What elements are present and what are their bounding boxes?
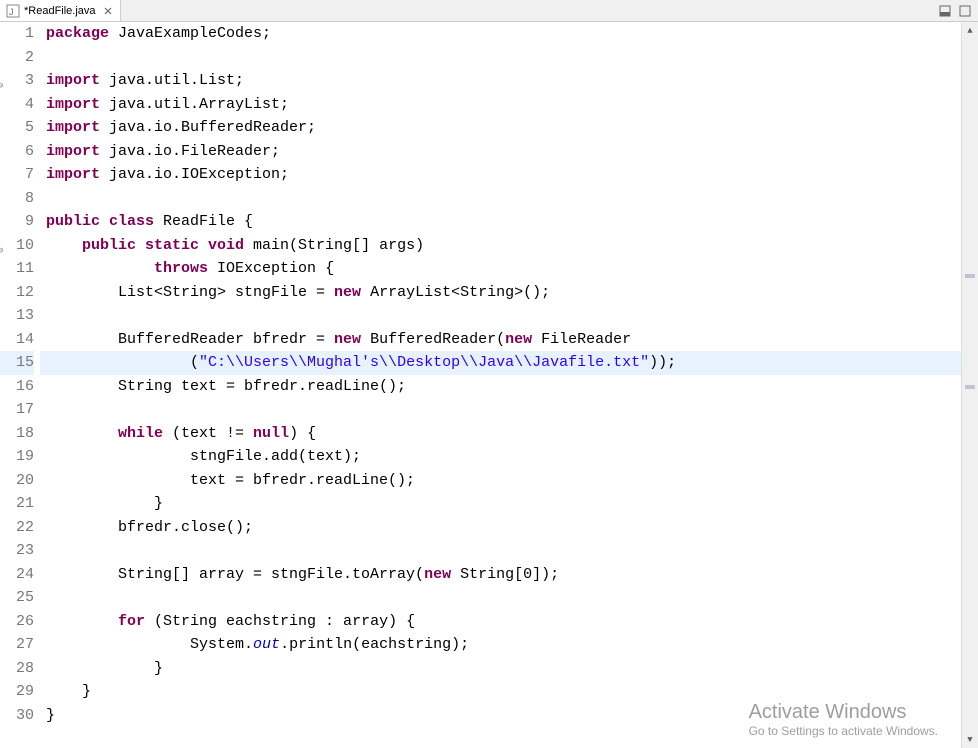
code-line[interactable]: public static void main(String[] args) (40, 234, 978, 258)
line-number: 20 (0, 469, 34, 493)
line-number: 2 (0, 46, 34, 70)
code-line[interactable]: ("C:\\Users\\Mughal's\\Desktop\\Java\\Ja… (40, 351, 978, 375)
code-line[interactable]: import java.io.FileReader; (40, 140, 978, 164)
code-line[interactable] (40, 187, 978, 211)
tab-readfile[interactable]: J *ReadFile.java (0, 0, 121, 21)
tab-bar: J *ReadFile.java (0, 0, 978, 22)
scrollbar-marker (965, 274, 975, 278)
line-number-gutter: 123⊖45678910⊖111213141516171819202122232… (0, 22, 40, 748)
line-number: 6 (0, 140, 34, 164)
line-number: 25 (0, 586, 34, 610)
code-line[interactable]: import java.io.BufferedReader; (40, 116, 978, 140)
line-number: 21 (0, 492, 34, 516)
code-line[interactable] (40, 586, 978, 610)
line-number: 19 (0, 445, 34, 469)
code-line[interactable]: } (40, 704, 978, 728)
line-number: 9 (0, 210, 34, 234)
code-line[interactable]: import java.util.ArrayList; (40, 93, 978, 117)
line-number: 18 (0, 422, 34, 446)
line-number: 27 (0, 633, 34, 657)
code-line[interactable]: System.out.println(eachstring); (40, 633, 978, 657)
code-line[interactable]: } (40, 657, 978, 681)
line-number: 24 (0, 563, 34, 587)
code-line[interactable] (40, 46, 978, 70)
line-number: 22 (0, 516, 34, 540)
line-number: 5 (0, 116, 34, 140)
scroll-up-arrow-icon[interactable]: ▲ (962, 22, 978, 39)
minimize-icon[interactable] (938, 4, 952, 18)
line-number: 23 (0, 539, 34, 563)
line-number: 8 (0, 187, 34, 211)
close-icon[interactable] (102, 5, 114, 17)
scroll-down-arrow-icon[interactable]: ▼ (962, 731, 978, 748)
vertical-scrollbar[interactable]: ▲ ▼ (961, 22, 978, 748)
line-number: 13 (0, 304, 34, 328)
maximize-icon[interactable] (958, 4, 972, 18)
line-number: 29 (0, 680, 34, 704)
code-line[interactable]: stngFile.add(text); (40, 445, 978, 469)
code-line[interactable]: List<String> stngFile = new ArrayList<St… (40, 281, 978, 305)
code-line[interactable] (40, 304, 978, 328)
code-line[interactable]: } (40, 680, 978, 704)
line-number: 3⊖ (0, 69, 34, 93)
code-line[interactable]: text = bfredr.readLine(); (40, 469, 978, 493)
line-number: 11 (0, 257, 34, 281)
code-line[interactable]: bfredr.close(); (40, 516, 978, 540)
code-line[interactable]: String text = bfredr.readLine(); (40, 375, 978, 399)
line-number: 4 (0, 93, 34, 117)
scrollbar-track[interactable] (962, 39, 978, 731)
code-line[interactable]: for (String eachstring : array) { (40, 610, 978, 634)
editor: 123⊖45678910⊖111213141516171819202122232… (0, 22, 978, 748)
code-line[interactable]: } (40, 492, 978, 516)
line-number: 16 (0, 375, 34, 399)
line-number: 15 (0, 351, 34, 375)
window-controls (938, 0, 972, 21)
line-number: 30 (0, 704, 34, 728)
line-number: 14 (0, 328, 34, 352)
line-number: 26 (0, 610, 34, 634)
code-line[interactable] (40, 398, 978, 422)
line-number: 17 (0, 398, 34, 422)
line-number: 12 (0, 281, 34, 305)
java-file-icon: J (6, 4, 20, 18)
line-number: 1 (0, 22, 34, 46)
line-number: 28 (0, 657, 34, 681)
code-line[interactable]: throws IOException { (40, 257, 978, 281)
code-line[interactable]: String[] array = stngFile.toArray(new St… (40, 563, 978, 587)
tab-title: *ReadFile.java (24, 5, 96, 17)
line-number: 7 (0, 163, 34, 187)
code-line[interactable]: package JavaExampleCodes; (40, 22, 978, 46)
code-line[interactable]: BufferedReader bfredr = new BufferedRead… (40, 328, 978, 352)
svg-text:J: J (9, 7, 14, 17)
code-line[interactable]: public class ReadFile { (40, 210, 978, 234)
code-line[interactable]: import java.io.IOException; (40, 163, 978, 187)
line-number: 10⊖ (0, 234, 34, 258)
code-line[interactable] (40, 539, 978, 563)
code-line[interactable]: while (text != null) { (40, 422, 978, 446)
scrollbar-marker (965, 385, 975, 389)
code-area[interactable]: package JavaExampleCodes; import java.uti… (40, 22, 978, 748)
code-line[interactable]: import java.util.List; (40, 69, 978, 93)
